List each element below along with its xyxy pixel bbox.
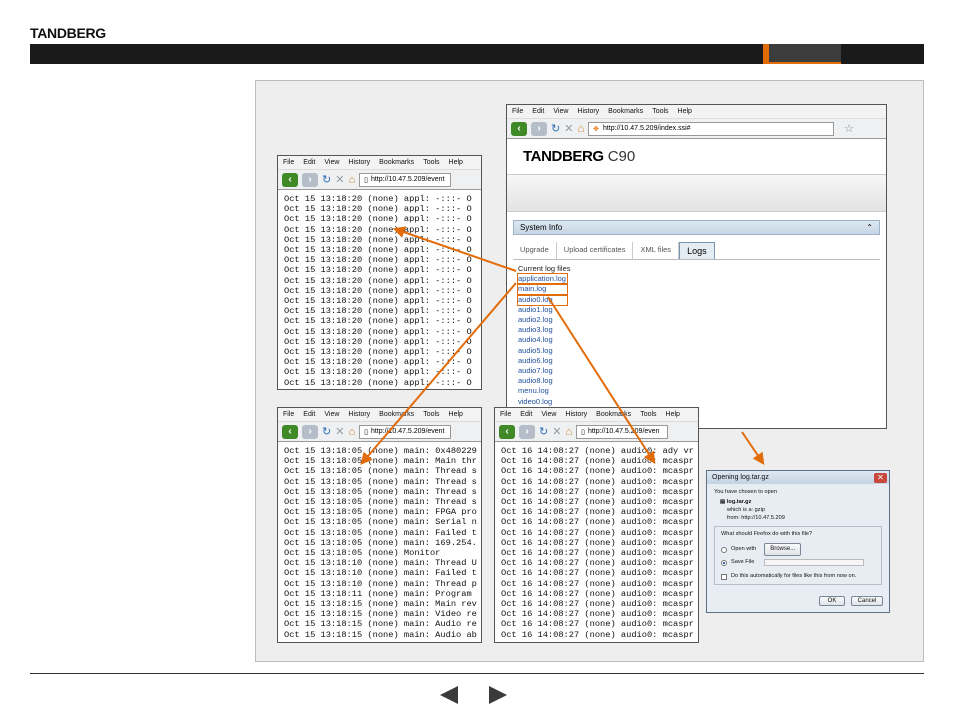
arrow-dialog xyxy=(741,431,765,465)
arrow-main-log xyxy=(360,282,517,465)
arrow-audio-log xyxy=(547,296,656,465)
arrow-application-log xyxy=(392,226,517,272)
annotation-arrows xyxy=(360,226,765,465)
